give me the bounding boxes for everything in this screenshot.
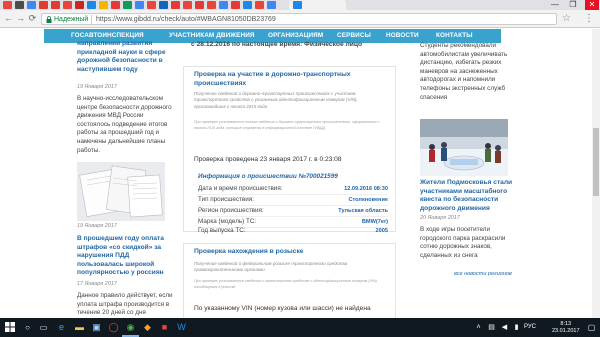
search-icon[interactable]: ○ bbox=[21, 321, 34, 334]
divider bbox=[198, 216, 388, 217]
tab-strip: — ❐ ✕ bbox=[0, 0, 600, 10]
row-value: BMW(7er) bbox=[361, 219, 388, 225]
accident-info-title: Информация о происшествии №700021599 bbox=[198, 173, 338, 180]
tab-favicon[interactable] bbox=[15, 1, 24, 9]
close-button[interactable]: ✕ bbox=[585, 0, 599, 10]
tab-favicon[interactable] bbox=[87, 1, 96, 9]
news-title[interactable]: направлении развития прикладной науки в … bbox=[77, 40, 173, 74]
tab-favicon[interactable] bbox=[195, 1, 204, 9]
tab-favicon[interactable] bbox=[219, 1, 228, 9]
tab-favicon[interactable] bbox=[135, 1, 144, 9]
app-icon[interactable]: ■ bbox=[158, 321, 171, 334]
tab-favicon[interactable] bbox=[255, 1, 264, 9]
tab-favicon[interactable] bbox=[99, 1, 108, 9]
url-text[interactable]: https://www.gibdd.ru/check/auto/#WBAGN81… bbox=[96, 15, 276, 24]
all-regions-link[interactable]: все новости регионов bbox=[454, 271, 512, 277]
row-value: Столкновение bbox=[348, 197, 388, 203]
tab-favicon bbox=[293, 1, 302, 9]
tab-favicon[interactable] bbox=[39, 1, 48, 9]
tab-favicon[interactable] bbox=[51, 1, 60, 9]
chrome-icon[interactable]: ◉ bbox=[124, 321, 137, 334]
tab-favicon[interactable] bbox=[267, 1, 276, 9]
tab-favicon[interactable] bbox=[27, 1, 36, 9]
news-date: 19 Января 2017 bbox=[77, 84, 117, 90]
secure-label: Надежный bbox=[54, 16, 89, 23]
tab-favicon[interactable] bbox=[63, 1, 72, 9]
tab-favicon[interactable] bbox=[231, 1, 240, 9]
wanted-result: По указанному VIN (номер кузова или шасс… bbox=[194, 305, 371, 312]
nav-item-novosti[interactable]: НОВОСТИ bbox=[386, 29, 419, 43]
news-body: Данное правило действует, если уплата шт… bbox=[77, 292, 173, 317]
app-icon[interactable]: ◆ bbox=[141, 321, 154, 334]
word-icon[interactable]: W bbox=[175, 321, 188, 334]
taskbar: ○ ▭ e ▬ ▣ ◯ ◉ ◆ ■ W ˄ ▤ ◀ ▮ РУС 8:13 23.… bbox=[0, 318, 600, 337]
opera-icon[interactable]: ◯ bbox=[107, 321, 120, 334]
news-date: 19 Января 2017 bbox=[77, 223, 117, 229]
nav-item-kontakty[interactable]: КОНТАКТЫ bbox=[436, 29, 473, 43]
back-icon[interactable]: ← bbox=[3, 13, 14, 24]
notifications-icon[interactable]: ▢ bbox=[585, 321, 598, 334]
news-body: Студенты рекомендовали автомобилистам ув… bbox=[420, 42, 508, 101]
battery-icon[interactable]: ▮ bbox=[510, 321, 523, 334]
card-note: Получение сведений о федеральном розыске… bbox=[194, 261, 348, 273]
row-label: Тип происшествия: bbox=[198, 196, 254, 203]
page: ГОСАВТОИНСПЕКЦИЯ УЧАСТНИКАМ ДВИЖЕНИЯ ОРГ… bbox=[0, 29, 600, 318]
tab-favicon[interactable] bbox=[111, 1, 120, 9]
row-label: Год выпуска ТС: bbox=[198, 227, 246, 234]
tab-favicon[interactable] bbox=[75, 1, 84, 9]
menu-icon[interactable]: ⋮ bbox=[584, 13, 594, 24]
maximize-button[interactable]: ❐ bbox=[566, 0, 580, 10]
row-label: Регион происшествия: bbox=[198, 207, 264, 214]
card-fine-print: При проверке учитываются сведения о тран… bbox=[194, 279, 378, 289]
checked-at: Проверка проведена 23 января 2017 г. в 0… bbox=[194, 156, 342, 163]
row-value: 12.09.2016 08:30 bbox=[344, 186, 388, 192]
news-image[interactable] bbox=[77, 162, 165, 221]
clock[interactable]: 8:13 23.01.2017 bbox=[552, 321, 580, 334]
address-bar[interactable]: Надежный https://www.gibdd.ru/check/auto… bbox=[41, 13, 557, 25]
language-indicator[interactable]: РУС bbox=[524, 324, 536, 330]
browser-toolbar: ← → ⟳ Надежный https://www.gibdd.ru/chec… bbox=[0, 10, 600, 28]
tab-favicon[interactable] bbox=[243, 1, 252, 9]
news-title[interactable]: В прошедшем году оплата штрафов «со скид… bbox=[77, 235, 173, 278]
edge-icon[interactable]: e bbox=[55, 321, 68, 334]
news-date: 20 Января 2017 bbox=[420, 215, 460, 221]
tab-favicon[interactable] bbox=[3, 1, 12, 9]
row-label: Дата и время происшествия: bbox=[198, 185, 283, 192]
file-explorer-icon[interactable]: ▬ bbox=[73, 321, 86, 334]
store-icon[interactable]: ▣ bbox=[90, 321, 103, 334]
news-date: 17 Января 2017 bbox=[77, 281, 117, 287]
news-body: В ходе игры посетители городского парка … bbox=[420, 226, 506, 259]
card-fine-print: При проверке учитываются только сведения… bbox=[194, 120, 380, 130]
row-label: Марка (модель) ТС: bbox=[198, 218, 257, 225]
divider bbox=[198, 194, 388, 195]
tab-favicon[interactable] bbox=[171, 1, 180, 9]
star-icon[interactable]: ☆ bbox=[562, 13, 571, 24]
minimize-button[interactable]: — bbox=[548, 0, 562, 10]
tab-favicon[interactable] bbox=[183, 1, 192, 9]
owner-period: с 28.12.2016 по настоящее время: Физичес… bbox=[191, 41, 363, 48]
windows-start-icon[interactable] bbox=[5, 322, 15, 332]
news-body: В научно-исследовательском центре безопа… bbox=[77, 95, 172, 154]
row-value: Тульская область bbox=[338, 208, 388, 214]
network-icon[interactable]: ▤ bbox=[485, 321, 498, 334]
reload-icon[interactable]: ⟳ bbox=[27, 13, 38, 24]
card-title: Проверка на участие в дорожно-транспортн… bbox=[194, 71, 351, 87]
scrollbar-thumb[interactable] bbox=[593, 128, 599, 196]
news-image[interactable] bbox=[420, 119, 508, 176]
news-title[interactable]: Жители Подмосковья стали участниками мас… bbox=[420, 179, 515, 213]
divider bbox=[198, 205, 388, 206]
tab-favicon[interactable] bbox=[159, 1, 168, 9]
tab-favicon[interactable] bbox=[207, 1, 216, 9]
tab-favicon[interactable] bbox=[123, 1, 132, 9]
task-view-icon[interactable]: ▭ bbox=[37, 321, 50, 334]
chevron-up-icon[interactable]: ˄ bbox=[472, 321, 485, 334]
card-note: Получение сведений о дорожно-транспортны… bbox=[194, 91, 358, 109]
divider bbox=[91, 15, 92, 24]
lock-icon bbox=[46, 16, 52, 23]
clock-date: 23.01.2017 bbox=[552, 327, 580, 334]
forward-icon[interactable]: → bbox=[15, 13, 26, 24]
row-value: 2005 bbox=[375, 228, 388, 234]
card-title: Проверка нахождения в розыске bbox=[194, 248, 304, 255]
tab-favicon[interactable] bbox=[147, 1, 156, 9]
